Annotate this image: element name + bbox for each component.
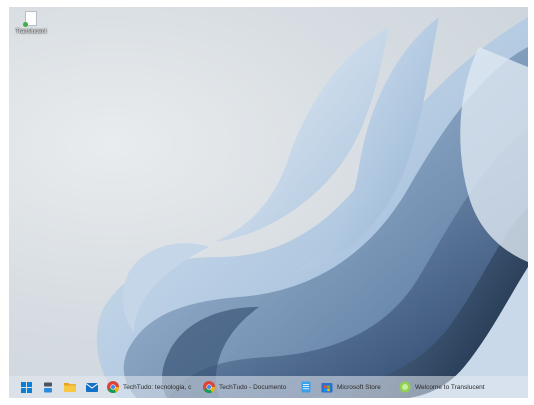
windows-start-icon [20,381,32,393]
taskbar-app-chrome-documento[interactable]: TechTudo - Documento [201,378,293,396]
taskbar-app-label: TechTudo - Documento [219,383,287,391]
desktop-icon-translucent[interactable]: Translucent [11,11,51,47]
chrome-icon [203,381,215,393]
notepad-icon [301,381,311,393]
file-explorer-icon [64,383,76,392]
translucent-app-icon [399,381,411,393]
taskbar-app-notepad[interactable] [297,378,315,396]
chrome-icon [107,381,119,393]
start-button[interactable] [17,378,35,396]
taskbar-app-label: TechTudo: tecnologia, c [123,383,192,391]
task-view-icon [44,382,52,392]
mail-icon [86,382,98,392]
taskbar: TechTudo: tecnologia, c TechTudo - Docum… [9,376,528,398]
taskbar-app-label: Microsoft Store [337,383,381,391]
taskbar-app-label: Welcome to Translucent [415,383,485,391]
desktop-icon-label: Translucent [15,29,47,35]
file-explorer-button[interactable] [61,378,79,396]
mail-button[interactable] [83,378,101,396]
desktop: Translucent TechTudo: tecnologia, c Tech… [9,7,528,398]
task-view-button[interactable] [39,378,57,396]
file-icon [23,11,37,27]
taskbar-app-microsoft-store[interactable]: Microsoft Store [319,378,393,396]
bloom-wallpaper [96,17,528,398]
taskbar-app-translucent[interactable]: Welcome to Translucent [397,378,497,396]
taskbar-app-chrome-techtudo[interactable]: TechTudo: tecnologia, c [105,378,197,396]
store-icon [321,383,333,393]
